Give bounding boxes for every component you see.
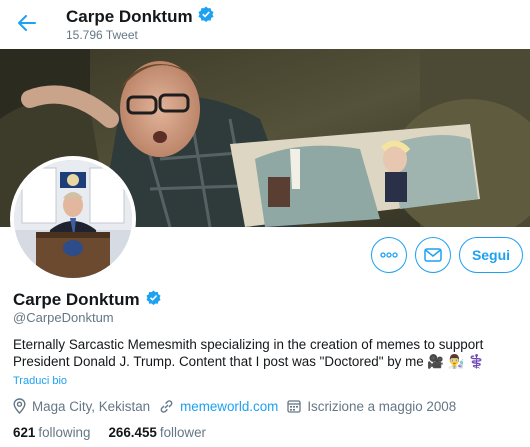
- website-item: memeworld.com: [159, 399, 278, 414]
- follower-count: 266.455: [108, 425, 157, 440]
- profile-meta: Maga City, Kekistan memeworld.com Iscriz…: [13, 398, 465, 414]
- calendar-icon: [287, 400, 301, 413]
- website-link[interactable]: memeworld.com: [180, 399, 278, 414]
- verified-icon: [146, 290, 161, 310]
- header-name: Carpe Donktum: [66, 6, 193, 26]
- message-button[interactable]: [415, 237, 451, 273]
- link-icon: [160, 399, 173, 413]
- profile-name-row: Carpe Donktum: [13, 290, 161, 310]
- joined-text: Iscrizione a maggio 2008: [307, 398, 457, 414]
- follow-button[interactable]: Segui: [459, 237, 523, 273]
- location-pin-icon: [13, 398, 26, 414]
- back-arrow-icon[interactable]: [14, 10, 40, 36]
- envelope-icon: [424, 248, 442, 262]
- tweet-count: 15.796 Tweet: [66, 28, 138, 42]
- follow-stats: 621 following 266.455 follower: [13, 425, 206, 440]
- location-text: Maga City, Kekistan: [32, 398, 151, 414]
- following-label: following: [38, 425, 91, 440]
- profile-avatar[interactable]: [10, 156, 136, 282]
- profile-name: Carpe Donktum: [13, 290, 140, 309]
- header-title: Carpe Donktum: [66, 6, 214, 27]
- follower-label: follower: [159, 425, 207, 440]
- profile-bio: Eternally Sarcastic Memesmith specializi…: [13, 337, 485, 369]
- following-count: 621: [13, 425, 36, 440]
- location-item: Maga City, Kekistan: [13, 398, 150, 414]
- profile-header-bar: Carpe Donktum 15.796 Tweet: [0, 0, 530, 49]
- more-icon: [380, 252, 398, 258]
- verified-icon: [198, 6, 214, 27]
- joined-item: Iscrizione a maggio 2008: [287, 399, 456, 414]
- following-stat[interactable]: 621 following: [13, 425, 90, 440]
- more-options-button[interactable]: [371, 237, 407, 273]
- translate-bio-link[interactable]: Traduci bio: [13, 375, 67, 387]
- profile-handle: @CarpeDonktum: [13, 310, 114, 325]
- follower-stat[interactable]: 266.455 follower: [108, 425, 206, 440]
